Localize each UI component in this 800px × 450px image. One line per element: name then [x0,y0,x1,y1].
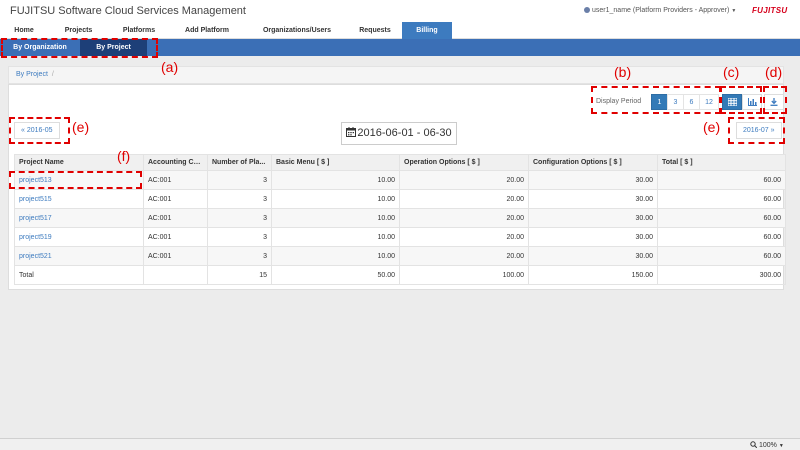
configuration-options-cell: 30.00 [528,189,658,209]
user-name: user1_name (Platform Providers - Approve… [592,7,730,14]
accounting-code-cell: AC:001 [143,170,208,190]
operation-options-cell: 20.00 [399,208,529,228]
annotation-label-f: (f) [117,148,131,164]
annotation-box-e-left [9,117,70,144]
app-title: FUJITSU Software Cloud Services Manageme… [10,5,246,17]
breadcrumb-by-project[interactable]: By Project [16,71,48,78]
main-nav: Home Projects Platforms Add Platform Org… [0,22,800,39]
column-header-total[interactable]: Total [ $ ] [657,154,786,171]
user-icon [584,7,590,13]
platform-count-cell: 3 [207,227,272,247]
annotation-label-d: (d) [765,64,783,80]
project-link[interactable]: project517 [19,215,52,222]
magnifier-icon [750,441,758,449]
breadcrumb-separator: / [51,71,54,78]
user-menu[interactable]: user1_name (Platform Providers - Approve… [584,7,736,14]
column-header-configuration-options[interactable]: Configuration Options [ $ ] [528,154,658,171]
total-cell: 60.00 [657,246,786,266]
platform-count-cell: 3 [207,208,272,228]
total-platform-count-cell: 15 [207,265,272,285]
total-accounting-code-cell [143,265,208,285]
operation-options-cell: 20.00 [399,189,529,209]
accounting-code-cell: AC:001 [143,189,208,209]
calendar-icon [346,127,357,137]
platform-count-cell: 3 [207,189,272,209]
brand-logo: FUJITSU [752,6,788,15]
accounting-code-cell: AC:001 [143,227,208,247]
total-cell: 60.00 [657,227,786,247]
status-bar: 100% ▼ [0,438,800,450]
accounting-code-cell: AC:001 [143,208,208,228]
basic-menu-cell: 10.00 [271,208,400,228]
column-header-basic-menu[interactable]: Basic Menu [ $ ] [271,154,400,171]
basic-menu-cell: 10.00 [271,189,400,209]
project-link[interactable]: project519 [19,234,52,241]
breadcrumb: By Project / [8,66,784,84]
annotation-label-a: (a) [161,59,179,75]
project-link[interactable]: project521 [19,253,52,260]
table-row: project521 AC:001 3 10.00 20.00 30.00 60… [14,246,786,266]
date-range-text: 2016-06-01 - 06-30 [357,127,452,139]
zoom-control[interactable]: 100% ▼ [750,441,784,449]
total-basic-menu-cell: 50.00 [271,265,400,285]
annotation-label-e-right: (e) [703,119,721,135]
configuration-options-cell: 30.00 [528,246,658,266]
configuration-options-cell: 30.00 [528,227,658,247]
annotation-box-c [720,86,762,114]
table-row: project519 AC:001 3 10.00 20.00 30.00 60… [14,227,786,247]
annotation-box-d [763,86,787,114]
total-cell: 60.00 [657,208,786,228]
annotation-label-e-left: (e) [72,119,90,135]
chevron-down-icon: ▼ [778,443,784,449]
configuration-options-cell: 30.00 [528,208,658,228]
total-configuration-options-cell: 150.00 [528,265,658,285]
accounting-code-cell: AC:001 [143,246,208,266]
column-header-accounting-code[interactable]: Accounting Co... [143,154,208,171]
total-operation-options-cell: 100.00 [399,265,529,285]
tab-projects[interactable]: Projects [48,22,109,39]
date-range-display: 2016-06-01 - 06-30 [341,122,457,145]
tab-platforms[interactable]: Platforms [109,22,169,39]
operation-options-cell: 20.00 [399,246,529,266]
annotation-box-f [9,171,142,189]
top-bar: FUJITSU Software Cloud Services Manageme… [0,0,800,22]
tab-add-platform[interactable]: Add Platform [169,22,245,39]
configuration-options-cell: 30.00 [528,170,658,190]
table-total-row: Total 15 50.00 100.00 150.00 300.00 [14,265,786,285]
tab-billing[interactable]: Billing [402,22,452,39]
total-cell: 60.00 [657,189,786,209]
annotation-box-e-right [728,117,785,144]
platform-count-cell: 3 [207,170,272,190]
tab-requests[interactable]: Requests [349,22,401,39]
grand-total-cell: 300.00 [657,265,786,285]
annotation-label-b: (b) [614,64,632,80]
basic-menu-cell: 10.00 [271,246,400,266]
table-row: project517 AC:001 3 10.00 20.00 30.00 60… [14,208,786,228]
annotation-box-b [591,86,721,114]
tab-home[interactable]: Home [0,22,48,39]
project-link[interactable]: project515 [19,196,52,203]
annotation-box-a [1,38,158,58]
table-row: project515 AC:001 3 10.00 20.00 30.00 60… [14,189,786,209]
total-cell: 60.00 [657,170,786,190]
basic-menu-cell: 10.00 [271,170,400,190]
platform-count-cell: 3 [207,246,272,266]
basic-menu-cell: 10.00 [271,227,400,247]
column-header-operation-options[interactable]: Operation Options [ $ ] [399,154,529,171]
operation-options-cell: 20.00 [399,170,529,190]
zoom-level: 100% [758,442,777,449]
column-header-number-of-platforms[interactable]: Number of Pla... [207,154,272,171]
total-label-cell: Total [14,265,144,285]
chevron-down-icon: ▼ [731,8,737,14]
tab-organizations-users[interactable]: Organizations/Users [245,22,349,39]
annotation-label-c: (c) [723,64,740,80]
operation-options-cell: 20.00 [399,227,529,247]
